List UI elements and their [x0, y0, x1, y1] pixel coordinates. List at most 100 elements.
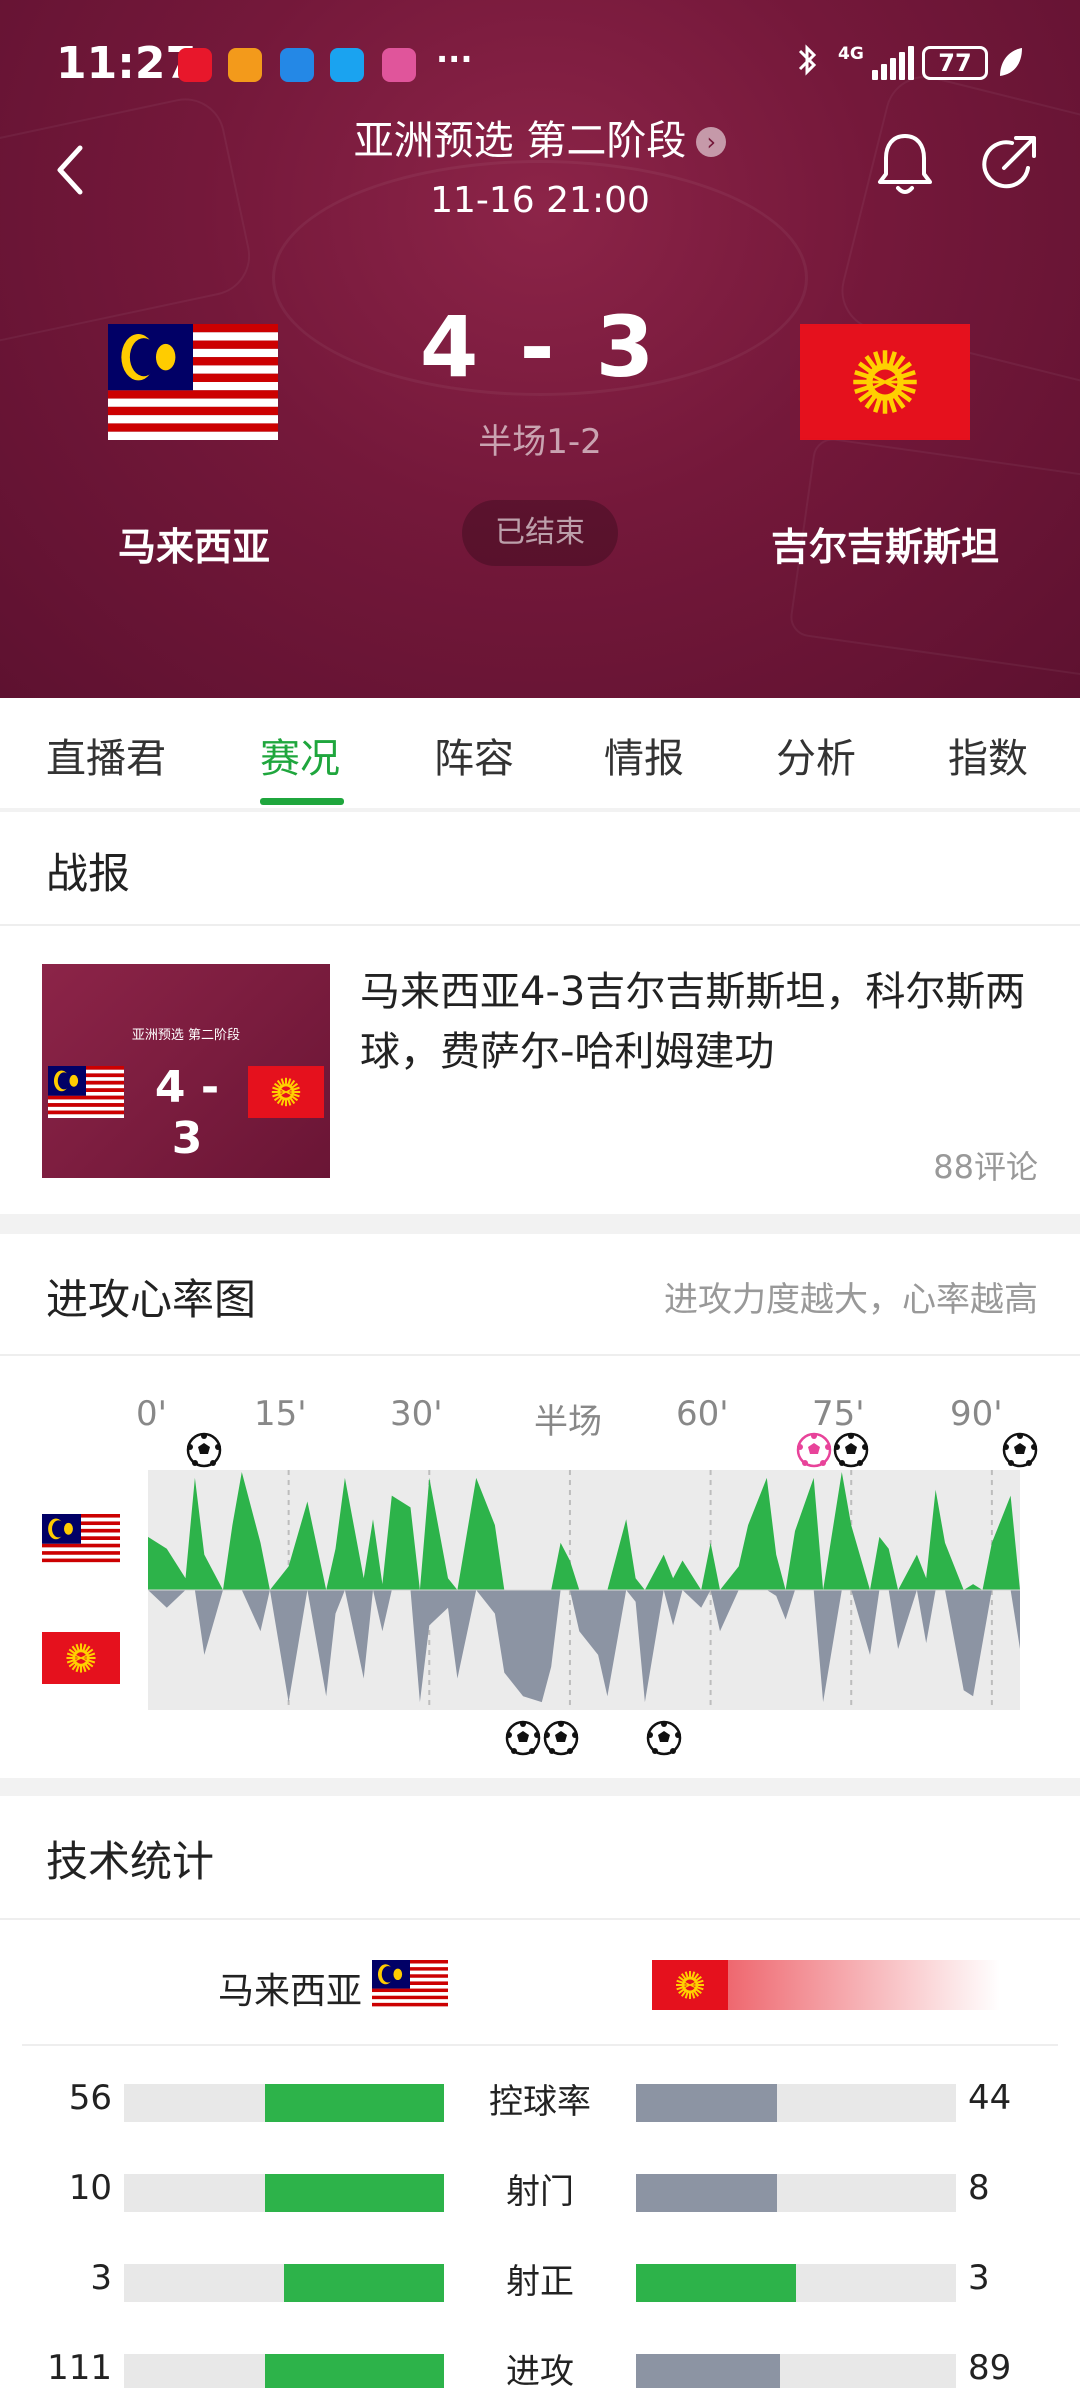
- home-stat-bar: [264, 2174, 444, 2212]
- match-header: 11:27 ··· 4G 77 亚洲预选 第二阶段 › 11-16 21:00 4…: [0, 0, 1080, 698]
- report-card: 战报 亚洲预选 第二阶段 4 - 3 马来西亚4-3吉尔吉斯斯坦，科尔斯两球，费…: [0, 812, 1080, 1214]
- football-icon[interactable]: [186, 1432, 222, 1468]
- report-headline[interactable]: 马来西亚4-3吉尔吉斯斯坦，科尔斯两球，费萨尔-哈利姆建功: [360, 962, 1050, 1082]
- penalty-goal-icon[interactable]: [796, 1432, 832, 1468]
- football-icon[interactable]: [646, 1720, 682, 1756]
- active-tab-indicator: [260, 798, 344, 805]
- stat-home-value: 56: [68, 2078, 112, 2118]
- share-icon[interactable]: [976, 132, 1040, 196]
- home-stat-bar: [264, 2354, 444, 2388]
- time-label: 30': [390, 1394, 443, 1434]
- match-score: 4 - 3: [340, 298, 740, 396]
- malaysia-flag-icon: [42, 1514, 120, 1566]
- stat-label: 进攻: [506, 2352, 574, 2388]
- stat-row: 10 射门 8: [0, 2158, 1080, 2218]
- status-bar: 11:27 ··· 4G 77: [0, 0, 1080, 120]
- kyrgyzstan-flag-icon: [652, 1960, 728, 2010]
- football-icon[interactable]: [833, 1432, 869, 1468]
- thumb-score: 4 - 3: [154, 1062, 220, 1164]
- divider: [0, 1918, 1080, 1920]
- stat-away-value: 8: [968, 2168, 990, 2208]
- chevron-right-icon: ›: [696, 127, 727, 157]
- battery-level: 77: [938, 49, 972, 77]
- time-label: 0': [136, 1394, 167, 1434]
- stats-section-title: 技术统计: [46, 1837, 215, 1886]
- home-team-name[interactable]: 马来西亚: [60, 516, 328, 571]
- tab-lineup[interactable]: 阵容: [434, 726, 514, 784]
- bluetooth-icon: [796, 42, 820, 87]
- away-stat-bar: [636, 2084, 777, 2122]
- attack-heart-rate-card: 进攻心率图 进攻力度越大，心率越高 0' 15' 30' 半场 60' 75' …: [0, 1234, 1080, 1778]
- competition-title-text: 亚洲预选 第二阶段: [353, 118, 687, 164]
- stat-label: 射门: [506, 2172, 574, 2212]
- malaysia-flag-icon: [48, 1066, 124, 1118]
- stat-home-value: 111: [47, 2348, 112, 2388]
- status-time: 11:27: [56, 38, 197, 89]
- stat-row: 111 进攻 89: [0, 2338, 1080, 2388]
- malaysia-flag-icon: [372, 1960, 448, 2010]
- divider: [0, 1354, 1080, 1356]
- home-stat-bar: [284, 2264, 444, 2302]
- away-stat-bar: [636, 2264, 796, 2302]
- home-score: 4: [419, 298, 485, 396]
- tab-odds[interactable]: 指数: [948, 726, 1028, 784]
- more-notifications-icon: ···: [436, 40, 473, 78]
- heart-subtitle: 进攻力度越大，心率越高: [664, 1280, 1038, 1320]
- stats-home-name: 马来西亚: [218, 1971, 363, 2012]
- tech-stats-card: 技术统计 马来西亚 56 控球率 44 10 射门 8 3 射正 3 111 进攻 89: [0, 1796, 1080, 2388]
- away-score: 3: [595, 298, 661, 396]
- stat-label: 控球率: [489, 2082, 591, 2122]
- time-label: 90': [950, 1394, 1003, 1434]
- tab-analysis[interactable]: 分析: [776, 726, 856, 784]
- report-thumbnail[interactable]: 亚洲预选 第二阶段 4 - 3: [42, 964, 330, 1178]
- leaf-icon: [996, 46, 1024, 88]
- bell-icon[interactable]: [876, 130, 934, 200]
- football-icon[interactable]: [1002, 1432, 1038, 1468]
- stat-home-value: 10: [68, 2168, 112, 2208]
- tab-match[interactable]: 赛况: [260, 726, 340, 784]
- stat-label: 射正: [506, 2262, 574, 2302]
- app-icon-search: [330, 48, 364, 82]
- divider: [0, 924, 1080, 926]
- away-stat-bar: [636, 2174, 777, 2212]
- football-icon[interactable]: [543, 1720, 579, 1756]
- heart-rate-chart: [148, 1470, 1020, 1710]
- battery-icon: 77: [922, 46, 988, 80]
- time-label: 60': [676, 1394, 729, 1434]
- home-stat-bar-track: [124, 2264, 444, 2302]
- score-separator: -: [519, 298, 561, 396]
- stat-away-value: 3: [968, 2258, 990, 2298]
- comment-count[interactable]: 88评论: [933, 1142, 1038, 1188]
- app-icon-blue: [280, 48, 314, 82]
- home-stat-bar-track: [124, 2354, 444, 2388]
- time-label: 15': [254, 1394, 307, 1434]
- kyrgyzstan-flag-icon: [42, 1632, 120, 1684]
- time-label: 半场: [534, 1402, 602, 1442]
- away-team-name[interactable]: 吉尔吉斯斯坦: [760, 516, 1010, 571]
- time-label: 75': [812, 1394, 865, 1434]
- stat-home-value: 3: [90, 2258, 112, 2298]
- app-icon-orange: [228, 48, 262, 82]
- away-stat-bar: [636, 2354, 780, 2388]
- away-stat-bar-track: [636, 2354, 956, 2388]
- divider: [22, 2044, 1058, 2046]
- kyrgyzstan-flag-icon: [800, 324, 970, 440]
- malaysia-flag-icon: [108, 324, 278, 440]
- report-section-title: 战报: [46, 849, 131, 898]
- stat-row: 56 控球率 44: [0, 2068, 1080, 2128]
- app-icon-pink: [382, 48, 416, 82]
- tab-live[interactable]: 直播君: [46, 726, 166, 784]
- tab-bar: 直播君 赛况 阵容 情报 分析 指数: [0, 698, 1080, 808]
- football-icon[interactable]: [505, 1720, 541, 1756]
- stat-row: 3 射正 3: [0, 2248, 1080, 2308]
- tab-intel[interactable]: 情报: [604, 726, 684, 784]
- app-icon-red: [178, 48, 212, 82]
- stat-away-value: 89: [968, 2348, 1012, 2388]
- halftime-score: 半场1-2: [478, 422, 602, 462]
- away-stat-bar-track: [636, 2084, 956, 2122]
- away-team-highlight: [700, 1960, 1000, 2010]
- stat-away-value: 44: [968, 2078, 1012, 2118]
- home-stat-bar-track: [124, 2174, 444, 2212]
- heart-section-title: 进攻心率图: [46, 1275, 257, 1324]
- home-stat-bar-track: [124, 2084, 444, 2122]
